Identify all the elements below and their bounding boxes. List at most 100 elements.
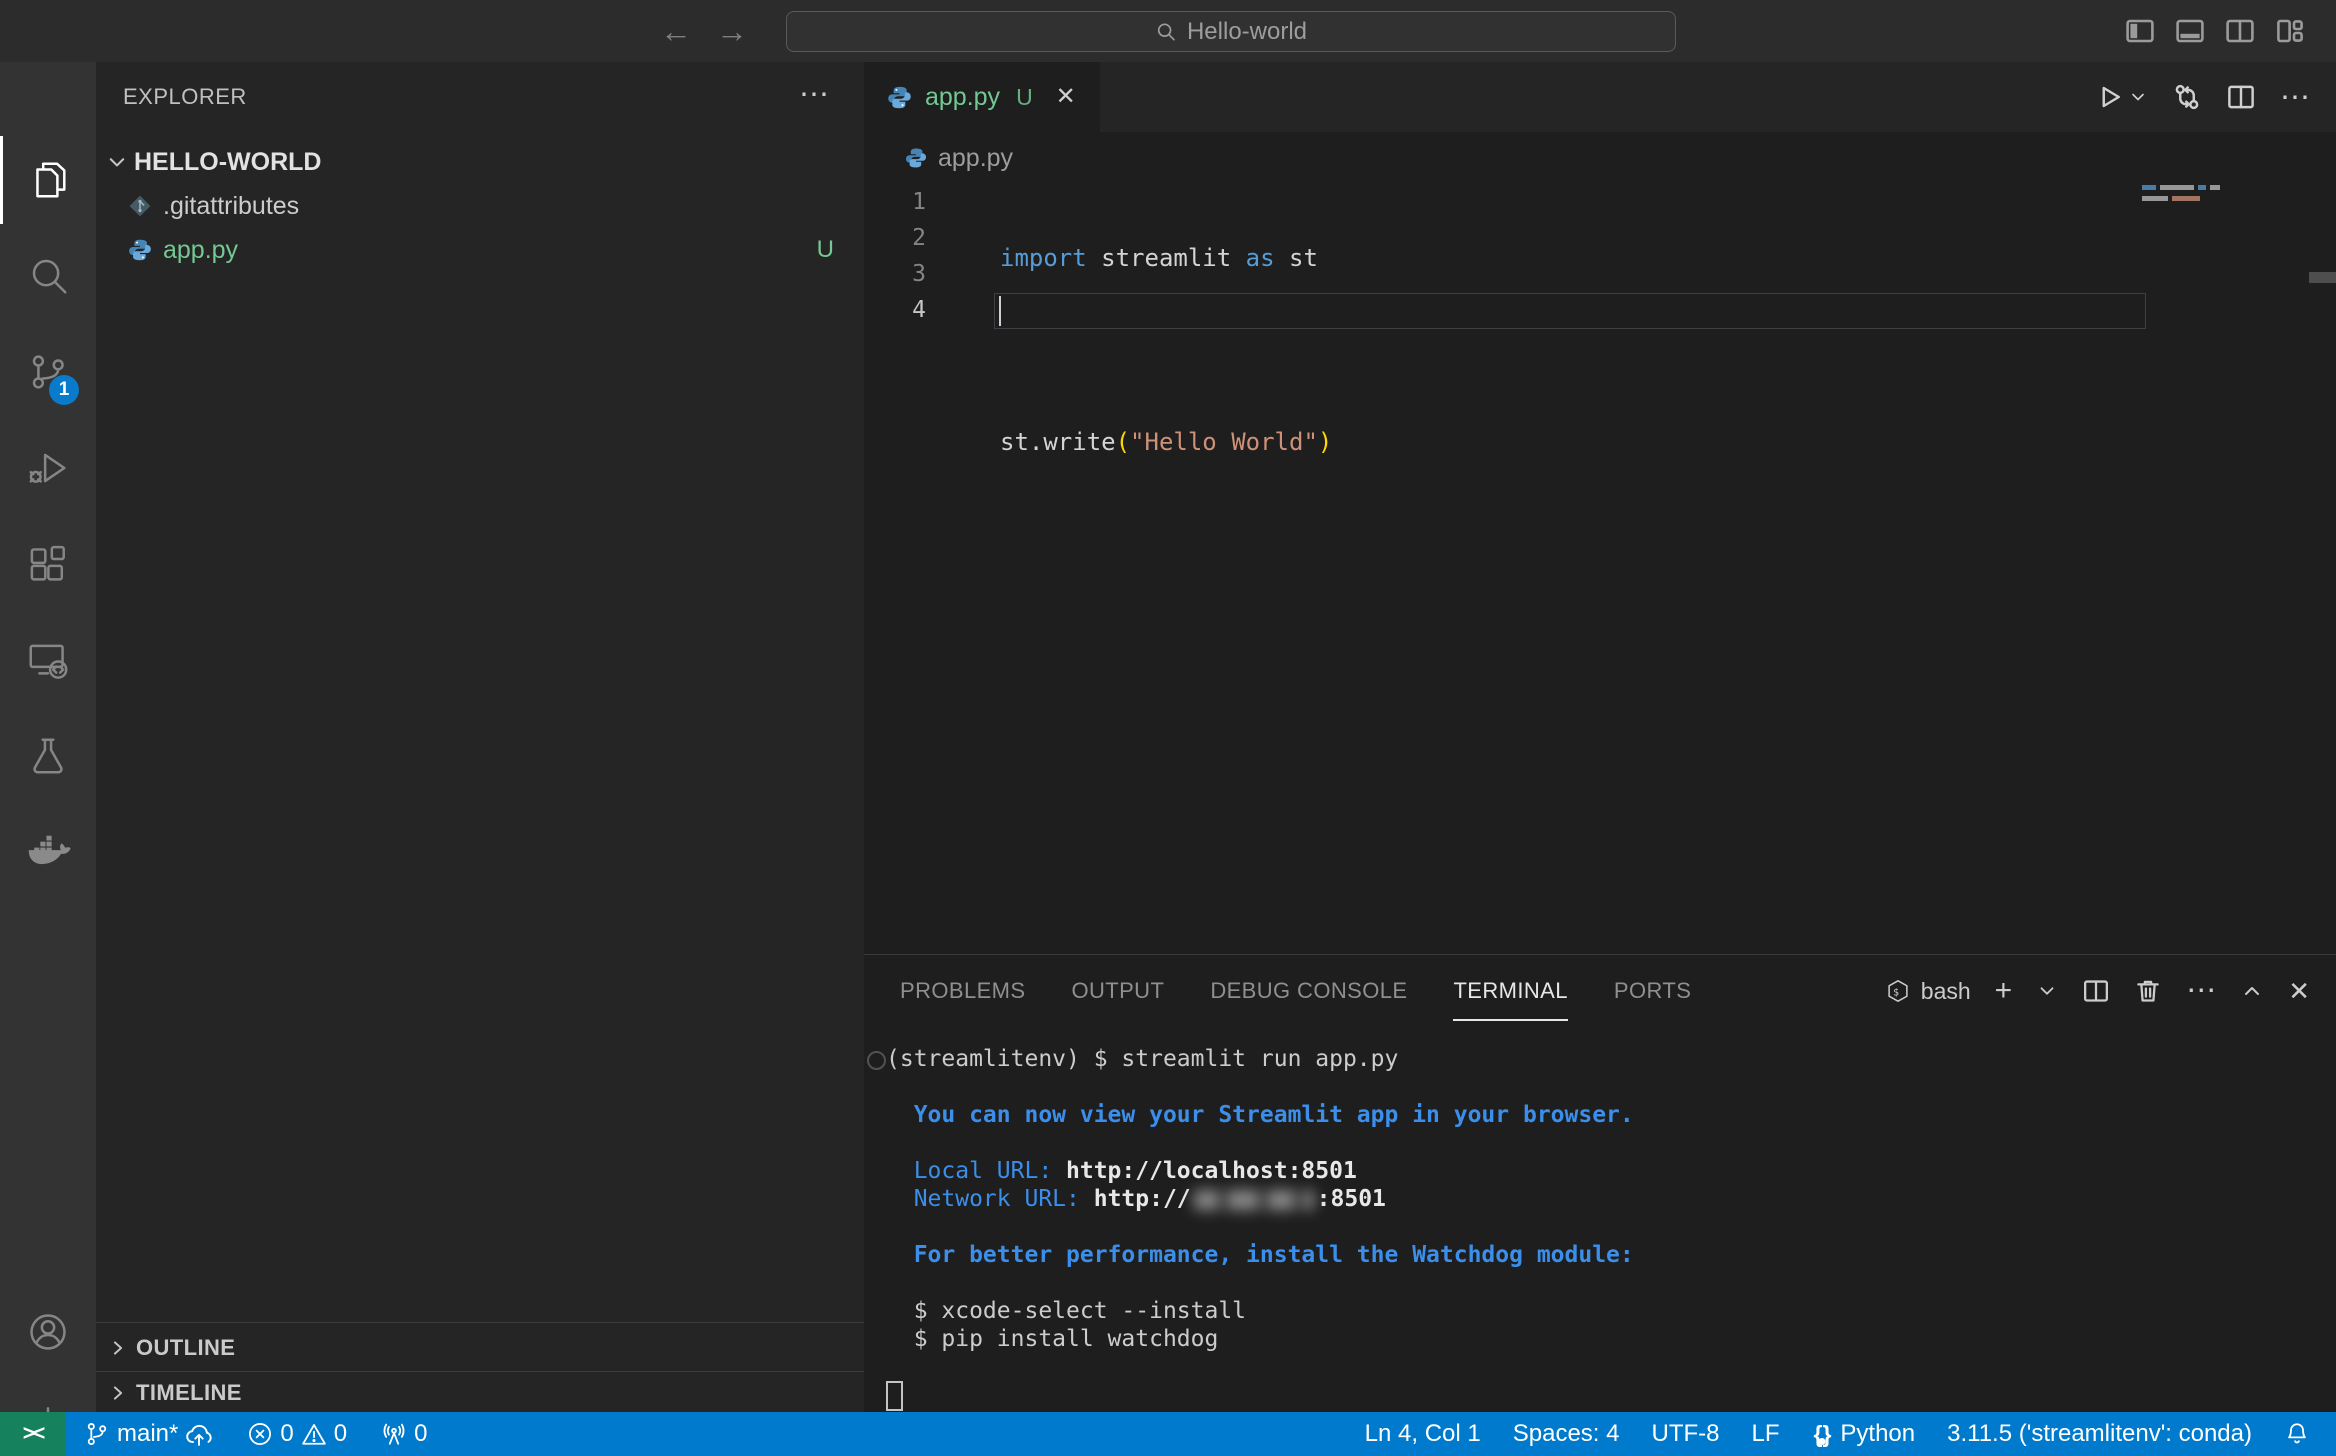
terminal-line: Network URL: http://:8501 bbox=[886, 1185, 1634, 1213]
command-center-search[interactable]: Hello-world bbox=[786, 11, 1676, 52]
timeline-section-header[interactable]: TIMELINE bbox=[96, 1371, 864, 1413]
command-decoration-icon[interactable] bbox=[867, 1051, 886, 1070]
customize-layout-icon[interactable] bbox=[2272, 13, 2308, 49]
split-editor-icon[interactable] bbox=[2226, 82, 2256, 112]
explorer-icon[interactable] bbox=[0, 148, 96, 212]
error-icon bbox=[247, 1421, 273, 1447]
forward-icon[interactable]: → bbox=[712, 14, 752, 48]
file-name: .gitattributes bbox=[163, 192, 299, 221]
sidebar-title: EXPLORER bbox=[123, 84, 247, 110]
activity-bar: 1 bbox=[0, 62, 96, 1412]
redacted-ip-address bbox=[1191, 1186, 1317, 1212]
extensions-icon[interactable] bbox=[0, 532, 96, 596]
workspace-folder-row[interactable]: HELLO-WORLD bbox=[96, 140, 864, 184]
command-center-label: Hello-world bbox=[1187, 18, 1307, 46]
python-icon bbox=[886, 84, 913, 111]
run-python-file-button[interactable] bbox=[2094, 82, 2148, 112]
notifications-bell-icon[interactable] bbox=[2274, 1412, 2320, 1456]
panel-actions: $ bash + ⋯ ✕ bbox=[1885, 955, 2310, 1027]
tab-label: app.py bbox=[925, 83, 1000, 112]
bracket-token: ) bbox=[1318, 428, 1332, 456]
back-icon[interactable]: ← bbox=[656, 14, 696, 48]
split-layout-icon[interactable] bbox=[2222, 13, 2258, 49]
tab-problems[interactable]: PROBLEMS bbox=[900, 955, 1025, 1027]
account-icon[interactable] bbox=[0, 1300, 96, 1364]
run-debug-icon[interactable] bbox=[0, 436, 96, 500]
testing-icon[interactable] bbox=[0, 724, 96, 788]
tab-terminal[interactable]: TERMINAL bbox=[1453, 955, 1567, 1027]
timeline-title: TIMELINE bbox=[136, 1380, 242, 1406]
status-bar-left: main* 0 0 0 bbox=[74, 1412, 437, 1456]
split-terminal-icon[interactable] bbox=[2082, 977, 2110, 1005]
toggle-panel-icon[interactable] bbox=[2172, 13, 2208, 49]
encoding-item[interactable]: UTF-8 bbox=[1641, 1412, 1729, 1456]
terminal-line: You can now view your Streamlit app in y… bbox=[886, 1101, 1634, 1129]
new-terminal-icon[interactable]: + bbox=[1995, 976, 2013, 1006]
tab-app-py[interactable]: app.py U ✕ bbox=[864, 62, 1100, 132]
tab-output[interactable]: OUTPUT bbox=[1071, 955, 1164, 1027]
terminal-line bbox=[886, 1213, 1634, 1241]
python-interpreter-item[interactable]: 3.11.5 ('streamlitenv': conda) bbox=[1937, 1412, 2262, 1456]
terminal-output[interactable]: (streamlitenv) $ streamlit run app.py Yo… bbox=[886, 1045, 1634, 1381]
explorer-sidebar: EXPLORER ⋯ HELLO-WORLD .gitattributes ap… bbox=[96, 62, 864, 1412]
line-number: 1 bbox=[866, 184, 926, 220]
remote-indicator[interactable]: >< bbox=[0, 1412, 66, 1456]
cursor-position-item[interactable]: Ln 4, Col 1 bbox=[1355, 1412, 1491, 1456]
terminal-line bbox=[886, 1073, 1634, 1101]
code-line-1: import streamlit as st bbox=[1000, 240, 1332, 276]
file-name: app.py bbox=[163, 236, 238, 265]
chevron-right-icon bbox=[108, 1338, 128, 1358]
breadcrumb: app.py bbox=[864, 132, 2336, 184]
tab-debug-console[interactable]: DEBUG CONSOLE bbox=[1210, 955, 1407, 1027]
code-line-4 bbox=[1000, 516, 1332, 552]
python-icon bbox=[904, 146, 928, 170]
panel-more-actions-icon[interactable]: ⋯ bbox=[2186, 976, 2216, 1006]
problems-item[interactable]: 0 0 bbox=[237, 1412, 357, 1456]
more-actions-icon[interactable]: ⋯ bbox=[2280, 80, 2310, 115]
close-icon[interactable]: ✕ bbox=[1051, 82, 1081, 112]
indentation-item[interactable]: Spaces: 4 bbox=[1503, 1412, 1630, 1456]
python-icon bbox=[127, 237, 153, 263]
file-row-gitattributes[interactable]: .gitattributes bbox=[96, 184, 864, 228]
source-control-icon[interactable] bbox=[0, 340, 96, 404]
eol-item[interactable]: LF bbox=[1741, 1412, 1789, 1456]
breadcrumb-item-file[interactable]: app.py bbox=[938, 144, 1013, 173]
chevron-down-icon[interactable] bbox=[2036, 980, 2058, 1002]
warning-count: 0 bbox=[334, 1420, 347, 1448]
minimap[interactable] bbox=[2142, 185, 2228, 190]
git-icon bbox=[127, 193, 153, 219]
string-token: "Hello World" bbox=[1130, 428, 1318, 456]
terminal-line: Local URL: http://localhost:8501 bbox=[886, 1157, 1634, 1185]
git-branch-item[interactable]: main* bbox=[74, 1412, 223, 1456]
identifier-token: st bbox=[1275, 244, 1318, 272]
status-bar: >< main* 0 0 bbox=[0, 1412, 2336, 1456]
outline-section-header[interactable]: OUTLINE bbox=[96, 1322, 864, 1372]
forwarded-ports-item[interactable]: 0 bbox=[371, 1412, 437, 1456]
terminal-line bbox=[886, 1269, 1634, 1297]
toggle-sidebar-icon[interactable] bbox=[2122, 13, 2158, 49]
kill-terminal-trash-icon[interactable] bbox=[2134, 977, 2162, 1005]
tab-ports[interactable]: PORTS bbox=[1614, 955, 1691, 1027]
remote-explorer-icon[interactable] bbox=[0, 628, 96, 692]
file-row-app-py[interactable]: app.py U bbox=[96, 228, 864, 272]
line-number: 2 bbox=[866, 220, 926, 256]
docker-icon[interactable] bbox=[0, 820, 96, 884]
explorer-more-actions-icon[interactable]: ⋯ bbox=[794, 80, 834, 114]
tab-git-badge: U bbox=[1016, 84, 1033, 111]
terminal-profile-item[interactable]: $ bash bbox=[1885, 978, 1971, 1005]
terminal-line bbox=[886, 1353, 1634, 1381]
search-icon[interactable] bbox=[0, 244, 96, 308]
workspace-name: HELLO-WORLD bbox=[134, 148, 321, 177]
error-count: 0 bbox=[280, 1420, 293, 1448]
minimap[interactable] bbox=[2142, 196, 2206, 201]
sidebar-header: EXPLORER bbox=[96, 62, 864, 132]
maximize-panel-chevron-up-icon[interactable] bbox=[2240, 979, 2264, 1003]
language-mode-item[interactable]: {} Python bbox=[1802, 1412, 1926, 1456]
keyword-token: as bbox=[1246, 244, 1275, 272]
editor-scrollbar-thumb[interactable] bbox=[2309, 272, 2336, 283]
open-changes-icon[interactable] bbox=[2172, 82, 2202, 112]
terminal-line: $ pip install watchdog bbox=[886, 1325, 1634, 1353]
chevron-right-icon bbox=[108, 1383, 128, 1403]
code-editor[interactable]: 1 2 3 4 import streamlit as st st.write(… bbox=[864, 184, 2336, 954]
close-panel-icon[interactable]: ✕ bbox=[2288, 976, 2310, 1006]
